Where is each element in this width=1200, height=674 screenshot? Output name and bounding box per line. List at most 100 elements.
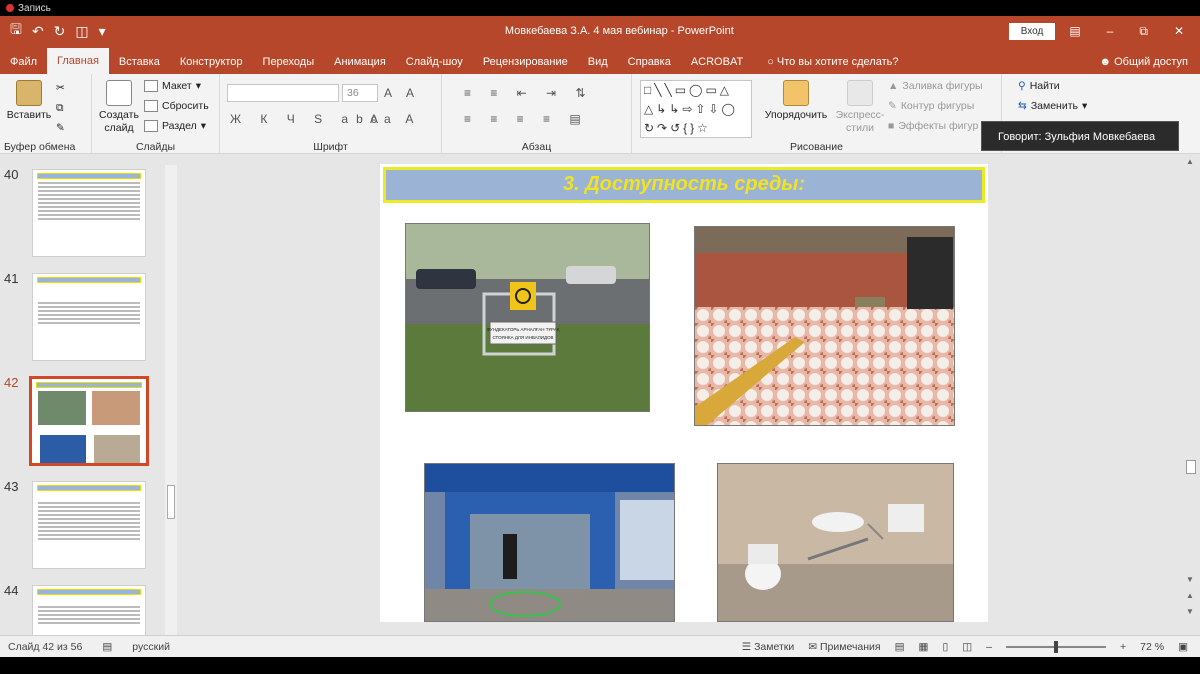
spellcheck-icon[interactable]: ▤ [102,641,112,653]
zoom-out-icon[interactable]: – [986,641,992,653]
thumbnail-number: 40 [4,167,19,182]
font-style-buttons[interactable]: Ж К Ч S abc [230,112,385,126]
alignment-buttons[interactable]: ≡ ≡ ≡ ≡ ▤ [464,112,589,126]
start-slideshow-icon[interactable]: ◫ [75,23,88,40]
format-painter-button[interactable]: ✎ [56,122,65,134]
notes-label: Заметки [754,640,795,653]
find-button[interactable]: ⚲ Найти [1018,80,1060,92]
restore-icon[interactable]: ⧉ [1139,24,1148,39]
reading-view-icon[interactable]: ▯ [942,641,948,653]
font-size-adjust-icons[interactable]: A A [384,86,420,100]
section-icon [144,120,158,132]
slide-title[interactable]: 3. Доступность среды: [383,167,985,203]
slide-sorter-icon[interactable]: ▦ [919,641,929,653]
photo-ramp-entrance[interactable] [424,463,675,622]
tab-file[interactable]: Файл [0,50,47,74]
tab-slideshow[interactable]: Слайд-шоу [396,50,473,74]
section-button[interactable]: Раздел ▾ [144,120,206,132]
normal-view-icon[interactable]: ▤ [895,641,905,653]
copy-icon: ⧉ [56,102,64,114]
next-slide-icon[interactable]: ▼ [1186,607,1194,616]
slideshow-view-icon[interactable]: ◫ [962,641,972,653]
arrange-button[interactable]: Упорядочить [762,80,830,122]
notes-button[interactable]: ☰ Заметки [742,641,795,653]
notes-icon: ☰ [741,640,755,653]
photo-accessible-restroom[interactable] [717,463,954,622]
slide-thumbnail-41[interactable] [32,273,146,361]
minimize-icon[interactable]: – [1107,24,1114,39]
thumbnail-scrollbar[interactable] [165,165,177,635]
zoom-in-icon[interactable]: + [1120,641,1126,653]
font-size-input[interactable]: 36 [342,84,378,102]
tab-acrobat[interactable]: ACROBAT [681,50,753,74]
slide-thumbnail-42[interactable] [29,376,149,466]
slide-thumbnail-40[interactable] [32,169,146,257]
shapes-gallery[interactable]: □╲╲▭◯▭△ △↳↳⇨⇧⇩◯ ↻↷↺{}☆ [640,80,752,138]
current-slide[interactable]: 3. Доступность среды: ФУНДЕКАТОРЬ АРНАЛҒ… [380,164,988,622]
zoom-slider[interactable] [1006,640,1106,653]
comments-button[interactable]: ✉ Примечания [808,641,880,653]
share-button[interactable]: ☻ Общий доступ [1089,50,1200,74]
cut-button[interactable]: ✂ [56,82,65,94]
fit-to-window-icon[interactable]: ▣ [1178,641,1188,653]
layout-button[interactable]: Макет ▾ [144,80,201,92]
copy-button[interactable]: ⧉ [56,102,64,115]
previous-slide-icon[interactable]: ▲ [1186,591,1194,600]
thumbnail-photo [92,391,140,425]
thumbnail-number: 43 [4,479,19,494]
shape-effects-button[interactable]: ■ Эффекты фигур [888,120,978,132]
font-color-icons[interactable]: Aa A [370,112,419,126]
reset-icon [144,100,158,112]
undo-icon[interactable]: ↶ [32,23,44,40]
quick-styles-button[interactable]: Экспресс- стили [832,80,888,135]
slide-counter: Слайд 42 из 56 [8,640,83,653]
tab-home[interactable]: Главная [47,48,109,74]
slide-thumbnail-43[interactable] [32,481,146,569]
zoom-level[interactable]: 72 % [1140,641,1164,653]
tab-review[interactable]: Рецензирование [473,50,578,74]
arrange-label: Упорядочить [764,109,828,121]
recording-label: Запись [18,2,51,14]
chevron-down-icon: ▾ [200,120,206,132]
scrollbar-thumb[interactable] [167,485,175,519]
tab-animations[interactable]: Анимация [324,50,396,74]
new-slide-button[interactable]: Создать слайд [96,80,142,135]
shape-fill-button[interactable]: ▲ Заливка фигуры [888,80,983,92]
thumbnail-photo [38,391,86,425]
thumbnail-photo [94,435,140,463]
language-indicator[interactable]: русский [132,641,170,653]
paste-button[interactable]: Вставить [6,80,52,122]
status-bar: Слайд 42 из 56 ▤ русский ☰ Заметки ✉ При… [0,635,1200,657]
slide-thumbnail-44[interactable] [32,585,146,635]
ribbon-display-options-icon[interactable]: ▤ [1069,24,1080,39]
replace-button[interactable]: ⇆ Заменить ▾ [1018,100,1087,112]
tab-help[interactable]: Справка [618,50,681,74]
scroll-down-icon[interactable]: ▼ [1186,575,1194,584]
tab-view[interactable]: Вид [578,50,618,74]
scrollbar-thumb[interactable] [1186,460,1196,474]
login-button[interactable]: Вход [1008,22,1056,40]
chevron-down-icon: ▾ [195,80,201,92]
new-slide-label-1: Создать [99,109,139,121]
tab-transitions[interactable]: Переходы [253,50,325,74]
layout-label: Макет [162,80,192,92]
save-icon[interactable]: 🖫 [10,19,22,43]
list-buttons[interactable]: ≡ ≡ ⇤ ⇥ ⇅ [464,86,594,100]
close-icon[interactable]: ✕ [1174,24,1184,39]
tab-insert[interactable]: Вставка [109,50,170,74]
tell-me-search[interactable]: ○ Что вы хотите сделать? [753,50,908,74]
effects-icon: ■ [888,120,895,132]
tab-design[interactable]: Конструктор [170,50,253,74]
reset-button[interactable]: Сбросить [144,100,209,112]
scroll-up-icon[interactable]: ▲ [1186,157,1194,166]
redo-icon[interactable]: ↻ [54,23,66,40]
customize-toolbar-icon[interactable]: ▾ [99,23,106,40]
parking-sign-image: ФУНДЕКАТОРЬ АРНАЛҒАН ТҰРАҚ СТОЯНКА ДЛЯ И… [406,224,649,411]
editor-scrollbar[interactable]: ▲ ▼ ▲ ▼ [1182,155,1200,635]
font-name-input[interactable] [227,84,339,102]
photo-parking-sign[interactable]: ФУНДЕКАТОРЬ АРНАЛҒАН ТҰРАҚ СТОЯНКА ДЛЯ И… [405,223,650,412]
shape-outline-button[interactable]: ✎ Контур фигуры [888,100,974,112]
photo-tactile-paving[interactable] [694,226,955,426]
quick-access-toolbar: 🖫 ↶ ↻ ◫ ▾ [0,19,230,43]
zoom-slider-knob[interactable] [1054,640,1058,653]
